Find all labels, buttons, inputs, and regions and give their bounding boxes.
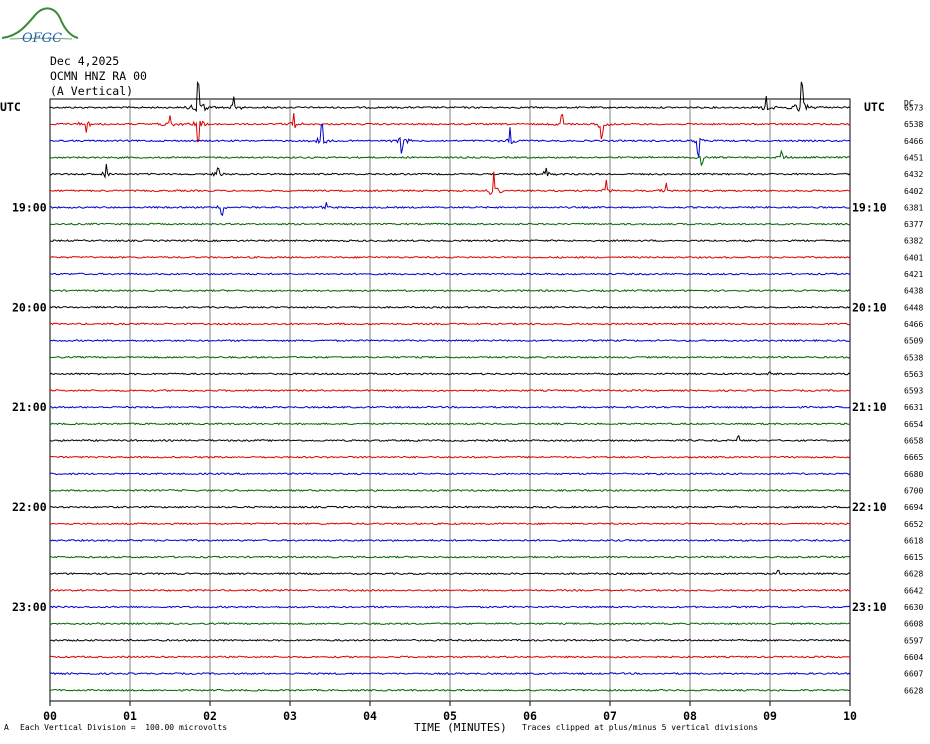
x-tick-label: 09 <box>763 709 777 723</box>
scale-note: Each Vertical Division = 100.00 microvol… <box>20 723 228 732</box>
dc-offset-label: 6438 <box>904 287 923 296</box>
right-time-label: 23:10 <box>852 600 887 614</box>
dc-offset-label: 6607 <box>904 670 923 679</box>
x-tick-label: 02 <box>203 709 217 723</box>
clip-note: Traces clipped at plus/minus 5 vertical … <box>522 723 759 732</box>
dc-offset-label: 6401 <box>904 253 923 262</box>
dc-offset-label: 6466 <box>904 320 923 329</box>
dc-offset-label: 6597 <box>904 636 923 645</box>
dc-offset-label: 6593 <box>904 387 923 396</box>
dc-offset-label: 6631 <box>904 403 923 412</box>
dc-offset-label: 6448 <box>904 303 923 312</box>
dc-offset-label: 6402 <box>904 187 923 196</box>
dc-offset-label: 6700 <box>904 486 923 495</box>
dc-offset-label: 6573 <box>904 104 923 113</box>
dc-offset-label: 6377 <box>904 220 923 229</box>
left-time-label: 21:00 <box>12 400 47 414</box>
x-tick-label: 00 <box>43 709 57 723</box>
right-time-label: 21:10 <box>852 400 887 414</box>
dc-offset-label: 6658 <box>904 437 923 446</box>
left-time-label: 20:00 <box>12 300 47 314</box>
footer-mark: A <box>4 723 9 732</box>
dc-offset-label: 6421 <box>904 270 923 279</box>
dc-offset-label: 6466 <box>904 137 923 146</box>
x-tick-label: 07 <box>603 709 617 723</box>
x-axis-title: TIME (MINUTES) <box>414 721 507 734</box>
dc-offset-label: 6509 <box>904 337 923 346</box>
left-time-label: 23:00 <box>12 600 47 614</box>
right-time-label: 20:10 <box>852 300 887 314</box>
seismogram-chart: 00 01 02 03 04 05 06 07 08 09 10657365386466645164… <box>12 81 923 723</box>
dc-offset-label: 6382 <box>904 237 923 246</box>
left-time-label: 19:00 <box>12 200 47 214</box>
x-tick-label: 04 <box>363 709 377 723</box>
dc-offset-label: 6680 <box>904 470 923 479</box>
dc-offset-label: 6538 <box>904 353 923 362</box>
dc-offset-label: 6642 <box>904 586 923 595</box>
right-time-label: 22:10 <box>852 500 887 514</box>
dc-offset-label: 6604 <box>904 653 923 662</box>
left-time-label: 22:00 <box>12 500 47 514</box>
dc-offset-label: 6665 <box>904 453 923 462</box>
dc-offset-label: 6654 <box>904 420 923 429</box>
dc-offset-label: 6615 <box>904 553 923 562</box>
trace-line-row-8 <box>49 239 851 243</box>
x-tick-label: 06 <box>523 709 537 723</box>
dc-offset-label: 6628 <box>904 570 923 579</box>
dc-offset-label: 6432 <box>904 170 923 179</box>
dc-offset-label: 6608 <box>904 620 923 629</box>
dc-offset-label: 6652 <box>904 520 923 529</box>
trace-line-row-0 <box>49 81 851 113</box>
dc-offset-label: 6451 <box>904 153 923 162</box>
x-tick-label: 01 <box>123 709 137 723</box>
dc-offset-label: 6563 <box>904 370 923 379</box>
x-tick-label: 10 <box>843 709 857 723</box>
dc-offset-label: 6618 <box>904 536 923 545</box>
x-tick-label: 03 <box>283 709 297 723</box>
right-time-label: 19:10 <box>852 200 887 214</box>
dc-offset-label: 6381 <box>904 203 923 212</box>
dc-offset-label: 6628 <box>904 686 923 695</box>
dc-offset-label: 6630 <box>904 603 923 612</box>
dc-offset-label: 6538 <box>904 120 923 129</box>
dc-offset-label: 6694 <box>904 503 923 512</box>
x-tick-label: 08 <box>683 709 697 723</box>
